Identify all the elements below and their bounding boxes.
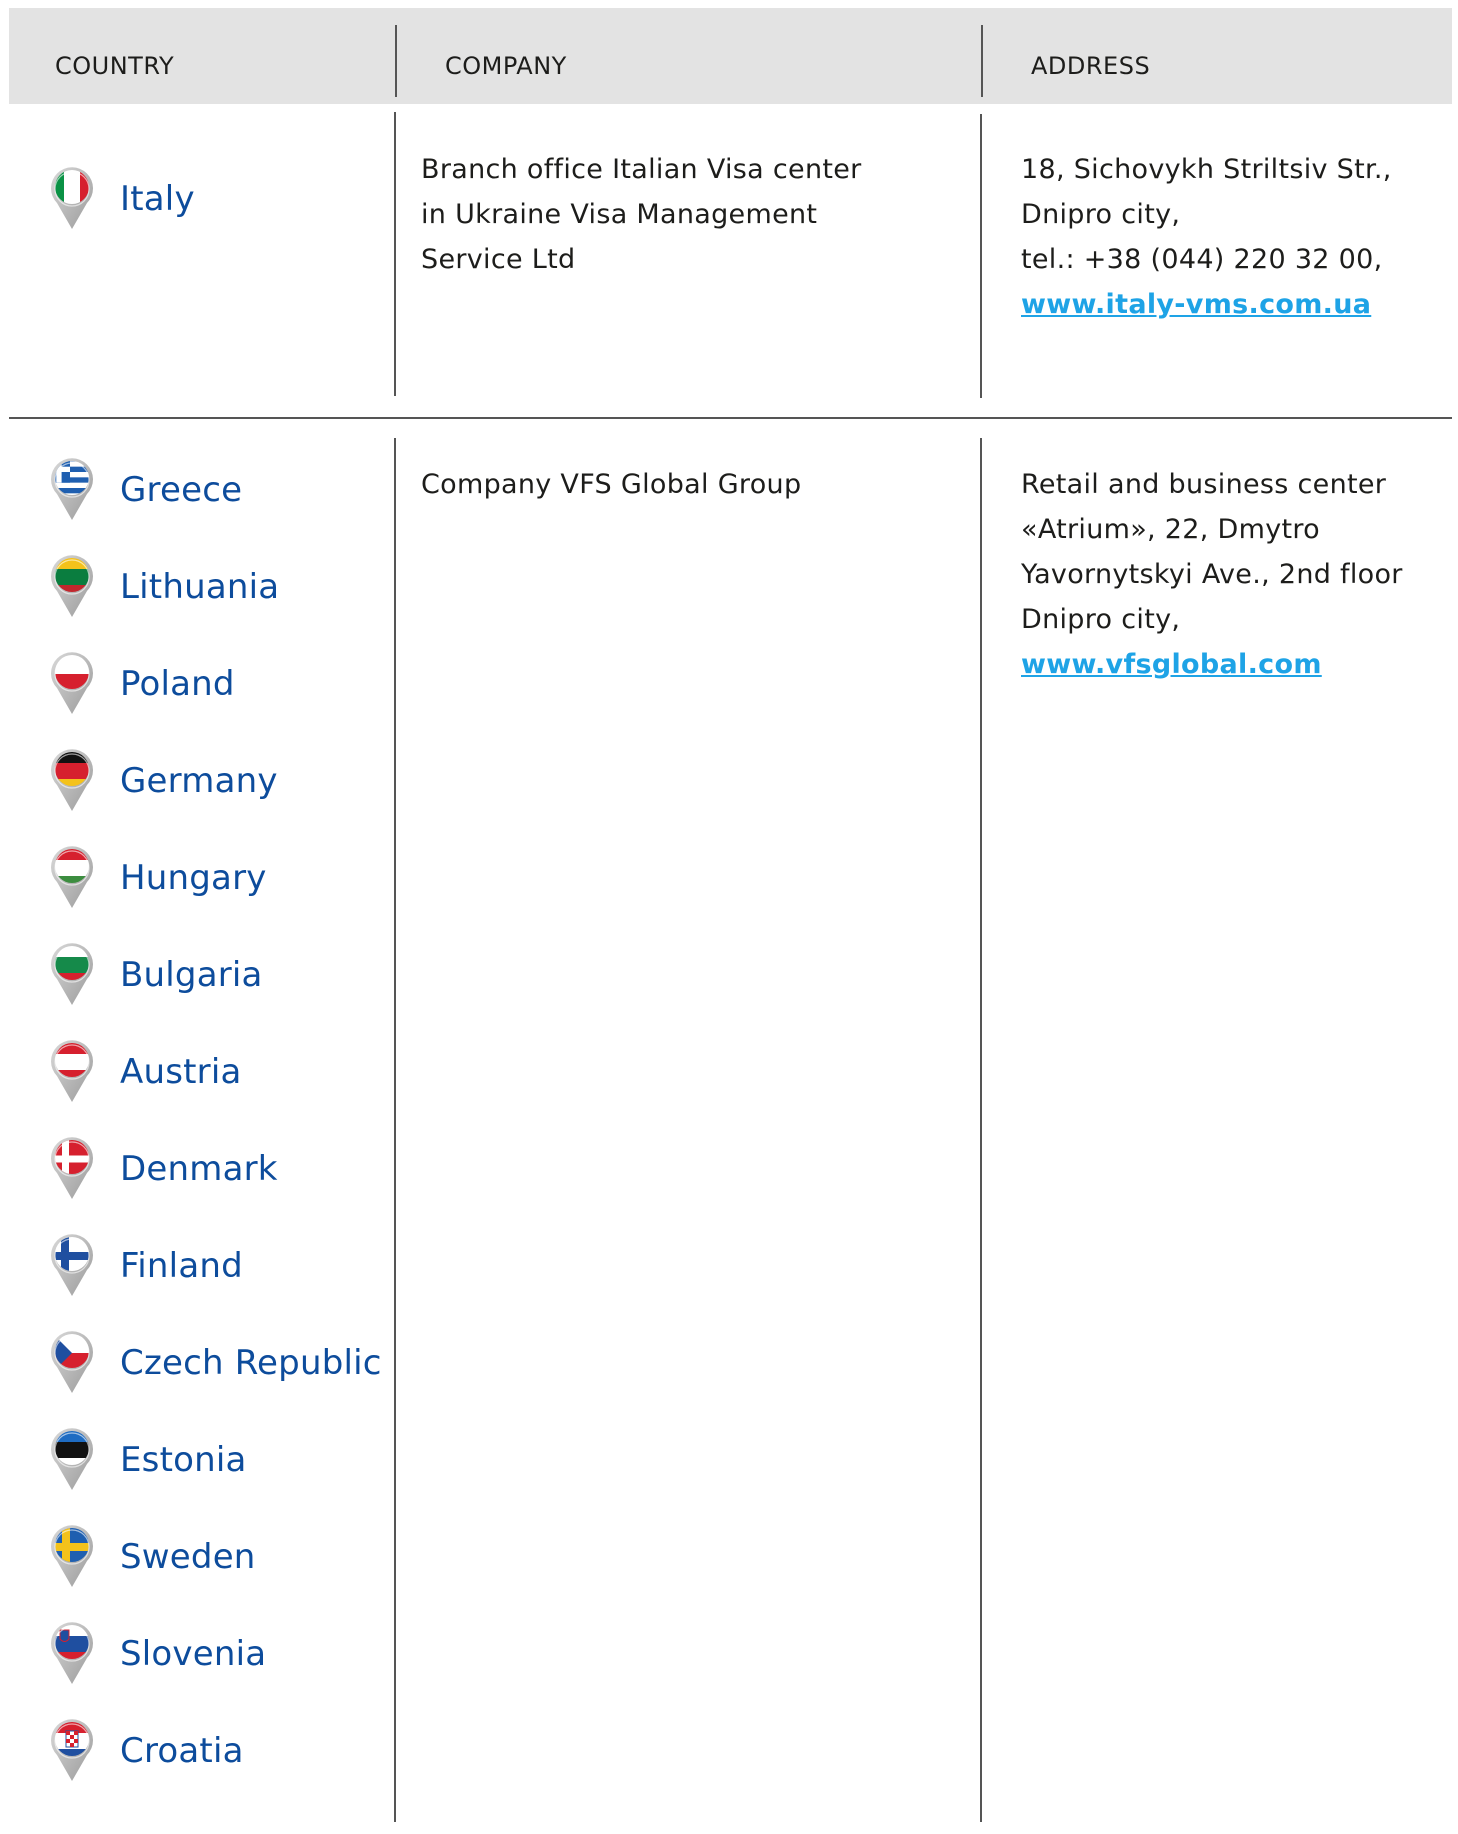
croatia-flag-pin-icon (48, 1719, 96, 1783)
czech-flag-pin-icon (48, 1331, 96, 1395)
header-company: COMPANY (445, 52, 567, 80)
company-cell-italy: Branch office Italian Visa center in Ukr… (421, 147, 862, 282)
column-separator (394, 438, 396, 1822)
address-line: 18, Sichovykh Striltsiv Str., (1021, 154, 1392, 185)
address-line: Retail and business center (1021, 469, 1387, 500)
country-name: Croatia (120, 1731, 244, 1771)
row-divider (9, 417, 1452, 419)
header-country: COUNTRY (55, 52, 175, 80)
company-cell-vfs: Company VFS Global Group (421, 462, 801, 507)
slovenia-flag-pin-icon (48, 1622, 96, 1686)
lithuania-flag-pin-icon (48, 555, 96, 619)
country-item: Estonia (48, 1425, 247, 1495)
address-line: tel.: +38 (044) 220 32 00, (1021, 244, 1383, 275)
austria-flag-pin-icon (48, 1040, 96, 1104)
country-item: Greece (48, 455, 242, 525)
address-line: «Atrium», 22, Dmytro (1021, 514, 1321, 545)
address-line: Dnipro city, (1021, 604, 1181, 635)
header-address: ADDRESS (1031, 52, 1151, 80)
table-header: COUNTRY COMPANY ADDRESS (9, 8, 1452, 104)
country-name: Finland (120, 1246, 243, 1286)
country-item: Italy (48, 164, 195, 234)
column-separator (980, 438, 982, 1822)
country-name: Bulgaria (120, 955, 263, 995)
column-separator (980, 114, 982, 398)
germany-flag-pin-icon (48, 749, 96, 813)
country-name: Czech Republic (120, 1343, 382, 1383)
address-cell-vfs: Retail and business center «Atrium», 22,… (1021, 462, 1403, 687)
country-item: Bulgaria (48, 940, 263, 1010)
finland-flag-pin-icon (48, 1234, 96, 1298)
country-name: Greece (120, 470, 243, 510)
country-name: Lithuania (120, 567, 280, 607)
website-link-italy-vms[interactable]: www.italy-vms.com.ua (1021, 282, 1392, 327)
poland-flag-pin-icon (48, 652, 96, 716)
country-item: Slovenia (48, 1619, 266, 1689)
country-item: Finland (48, 1231, 243, 1301)
company-line: Service Ltd (421, 244, 576, 275)
bulgaria-flag-pin-icon (48, 943, 96, 1007)
header-separator (395, 25, 397, 97)
country-name: Austria (120, 1052, 242, 1092)
company-line: Company VFS Global Group (421, 469, 802, 500)
address-line: Yavornytskyi Ave., 2nd floor (1021, 559, 1403, 590)
country-item: Lithuania (48, 552, 279, 622)
country-name: Hungary (120, 858, 267, 898)
country-item: Sweden (48, 1522, 256, 1592)
country-name: Germany (120, 761, 278, 801)
column-separator (394, 112, 396, 396)
website-link-vfsglobal[interactable]: www.vfsglobal.com (1021, 642, 1403, 687)
italy-flag-pin-icon (48, 167, 96, 231)
address-cell-italy: 18, Sichovykh Striltsiv Str., Dnipro cit… (1021, 147, 1392, 327)
estonia-flag-pin-icon (48, 1428, 96, 1492)
country-name: Slovenia (120, 1634, 267, 1674)
country-item: Denmark (48, 1134, 278, 1204)
sweden-flag-pin-icon (48, 1525, 96, 1589)
country-name: Denmark (120, 1149, 278, 1189)
country-name: Sweden (120, 1537, 256, 1577)
country-name: Italy (120, 179, 195, 219)
denmark-flag-pin-icon (48, 1137, 96, 1201)
company-line: in Ukraine Visa Management (421, 199, 818, 230)
country-item: Austria (48, 1037, 242, 1107)
hungary-flag-pin-icon (48, 846, 96, 910)
country-item: Poland (48, 649, 235, 719)
country-item: Hungary (48, 843, 267, 913)
country-name: Estonia (120, 1440, 247, 1480)
country-name: Poland (120, 664, 235, 704)
country-item: Czech Republic (48, 1328, 382, 1398)
company-line: Branch office Italian Visa center (421, 154, 862, 185)
country-item: Croatia (48, 1716, 244, 1786)
visa-centers-table: COUNTRY COMPANY ADDRESS Italy Branch off… (0, 0, 1458, 1834)
greece-flag-pin-icon (48, 458, 96, 522)
country-item: Germany (48, 746, 278, 816)
header-separator (981, 25, 983, 97)
address-line: Dnipro city, (1021, 199, 1181, 230)
